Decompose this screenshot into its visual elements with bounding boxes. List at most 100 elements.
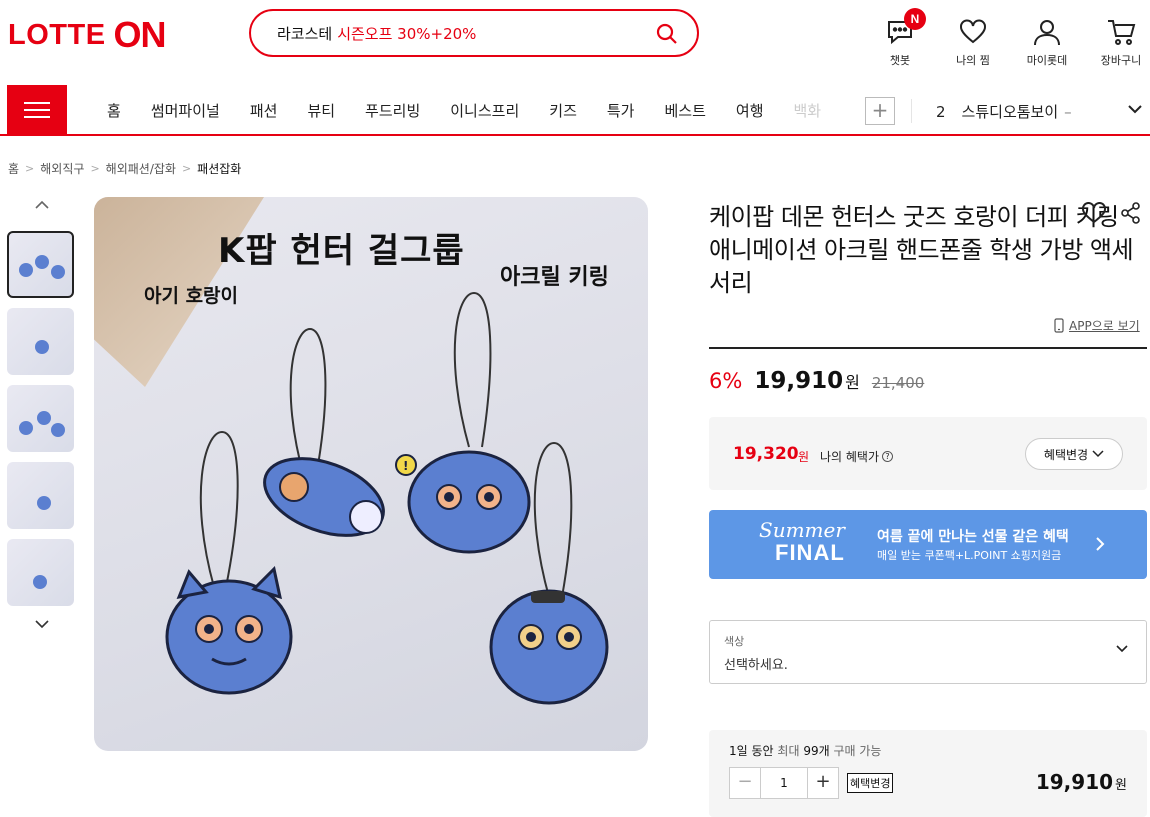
logo-on: ON: [113, 14, 167, 55]
thumb-scroll-down-icon[interactable]: [34, 619, 50, 629]
benefit-price-box: 19,320 원 나의 혜택가? 혜택변경: [709, 417, 1147, 490]
breadcrumb-item[interactable]: 해외직구: [40, 160, 84, 177]
menu-button[interactable]: [7, 85, 67, 136]
trending-text: 스튜디오톰보이: [961, 103, 1059, 121]
help-icon[interactable]: ?: [882, 451, 894, 462]
breadcrumb-item[interactable]: 홈: [8, 160, 19, 177]
logo-lotte: LOTTE: [8, 18, 106, 51]
search-promo: 시즌오프 30%+20%: [337, 24, 477, 43]
quantity-plus-button[interactable]: +: [807, 768, 838, 798]
total-price-currency: 원: [1115, 778, 1127, 793]
mylotte-button[interactable]: 마이롯데: [1017, 18, 1077, 68]
search-keyword: 라코스테: [277, 24, 333, 43]
limit-mid: 최대: [777, 744, 800, 758]
breadcrumb-item[interactable]: 해외패션/잡화: [106, 160, 176, 177]
banner-script-summer: Summer: [759, 518, 845, 542]
quantity-minus-button[interactable]: −: [730, 768, 761, 798]
option-label: 색상: [724, 635, 745, 648]
quantity-stepper: − 1 +: [729, 767, 839, 799]
limit-suffix: 구매 가능: [833, 744, 882, 758]
share-icon[interactable]: [1121, 202, 1141, 224]
benefit-label[interactable]: 나의 혜택가?: [820, 448, 894, 465]
nav-divider: [911, 99, 912, 123]
product-main-image[interactable]: K팝 헌터 걸그룹 아크릴 키링 아기 호랑이 !: [94, 197, 648, 751]
benefit-currency: 원: [798, 450, 810, 464]
title-divider: [709, 347, 1147, 349]
new-badge: N: [904, 8, 926, 30]
thumb-figure: [35, 340, 49, 354]
nav-item-fashion[interactable]: 패션: [250, 100, 278, 121]
thumb-figure: [19, 263, 33, 277]
change-benefit-label: 혜택변경: [1043, 447, 1089, 462]
breadcrumb-current[interactable]: 패션잡화: [197, 160, 241, 177]
chatbot-button[interactable]: N 챗봇: [870, 8, 930, 68]
thumb-figure: [33, 575, 47, 589]
search-icon[interactable]: [655, 22, 679, 46]
thumb-figure: [37, 411, 51, 425]
thumb-figure: [19, 421, 33, 435]
category-nav: 홈 썸머파이널 패션 뷰티 푸드리빙 이니스프리 키즈 특가 베스트 여행 백화…: [0, 85, 1150, 136]
price-row: 6% 19,910 원 21,400: [709, 368, 924, 394]
thumb-figure: [51, 423, 65, 437]
option-placeholder: 선택하세요.: [724, 658, 788, 673]
quantity-box: 1일 동안 최대 99개 구매 가능 − 1 + 혜택변경 19,910 원: [709, 730, 1147, 817]
trending-trend: –: [1064, 103, 1072, 121]
tiger-figure: [165, 565, 293, 695]
wishlist-heart-icon[interactable]: [1081, 202, 1107, 224]
app-view-link[interactable]: APP으로 보기: [1054, 317, 1140, 334]
price-currency: 원: [845, 373, 860, 392]
thumbnail-1[interactable]: [7, 231, 74, 298]
purchase-limit: 1일 동안 최대 99개 구매 가능: [729, 742, 881, 759]
cart-button[interactable]: 장바구니: [1091, 18, 1150, 68]
breadcrumb-separator-icon: >: [181, 162, 192, 175]
thumb-figure: [51, 265, 65, 279]
nav-list: 홈 썸머파이널 패션 뷰티 푸드리빙 이니스프리 키즈 특가 베스트 여행 백화: [92, 85, 836, 136]
breadcrumb: 홈 > 해외직구 > 해외패션/잡화 > 패션잡화: [8, 160, 241, 177]
chatbot-label: 챗봇: [889, 54, 911, 67]
chevron-right-icon: [1096, 537, 1105, 551]
nav-item-travel[interactable]: 여행: [736, 100, 764, 121]
benefit-price: 19,320: [733, 444, 799, 464]
benefit-change-tag[interactable]: 혜택변경: [847, 773, 894, 793]
thumbnail-3[interactable]: [7, 385, 74, 452]
person-icon: [1034, 20, 1060, 46]
cart-label: 장바구니: [1100, 54, 1142, 67]
nav-item-foodliving[interactable]: 푸드리빙: [365, 100, 420, 121]
hamburger-icon: [24, 102, 50, 104]
thumbnail-5[interactable]: [7, 539, 74, 606]
summer-final-banner[interactable]: Summer FINAL 여름 끝에 만나는 선물 같은 혜택 매일 받는 쿠폰…: [709, 510, 1147, 579]
wishlist-label: 나의 찜: [956, 54, 990, 67]
change-benefit-button[interactable]: 혜택변경: [1025, 438, 1123, 470]
breadcrumb-separator-icon: >: [90, 162, 100, 175]
hamburger-icon: [24, 116, 50, 118]
nav-item-summerfinal[interactable]: 썸머파이널: [151, 100, 220, 121]
search-bar[interactable]: 라코스테 시즌오프 30%+20%: [249, 9, 699, 57]
wishlist-button[interactable]: 나의 찜: [943, 18, 1003, 68]
benefit-label-text: 나의 혜택가: [820, 450, 880, 464]
nav-item-best[interactable]: 베스트: [664, 100, 705, 121]
limit-count: 99개: [803, 744, 830, 758]
chevron-down-icon[interactable]: [1127, 103, 1143, 115]
quantity-value[interactable]: 1: [761, 768, 807, 798]
banner-subtitle: 매일 받는 쿠폰팩+L.POINT 쇼핑지원금: [877, 549, 1062, 562]
lotteon-logo[interactable]: LOTTE ON: [8, 14, 167, 55]
cart-icon: [1108, 20, 1136, 45]
thumbnail-4[interactable]: [7, 462, 74, 529]
banner-script-final: FINAL: [775, 540, 845, 565]
thumbnail-2[interactable]: [7, 308, 74, 375]
nav-item-home[interactable]: 홈: [107, 100, 121, 121]
mylotte-label: 마이롯데: [1026, 54, 1068, 67]
nav-item-beauty[interactable]: 뷰티: [307, 100, 335, 121]
nav-item-kids[interactable]: 키즈: [549, 100, 577, 121]
total-price-value: 19,910: [1035, 770, 1114, 794]
trending-rank: 2: [936, 103, 946, 121]
discount-rate: 6%: [709, 369, 743, 393]
trending-keyword[interactable]: 2 스튜디오톰보이 –: [936, 101, 1072, 122]
thumb-scroll-up-icon[interactable]: [34, 200, 50, 210]
nav-item-department[interactable]: 백화: [794, 100, 822, 121]
hamburger-icon: [24, 109, 50, 111]
nav-item-deals[interactable]: 특가: [607, 100, 635, 121]
nav-more-button[interactable]: +: [865, 97, 895, 125]
color-option-select[interactable]: 색상 선택하세요.: [709, 620, 1147, 684]
nav-item-innisfree[interactable]: 이니스프리: [450, 100, 519, 121]
